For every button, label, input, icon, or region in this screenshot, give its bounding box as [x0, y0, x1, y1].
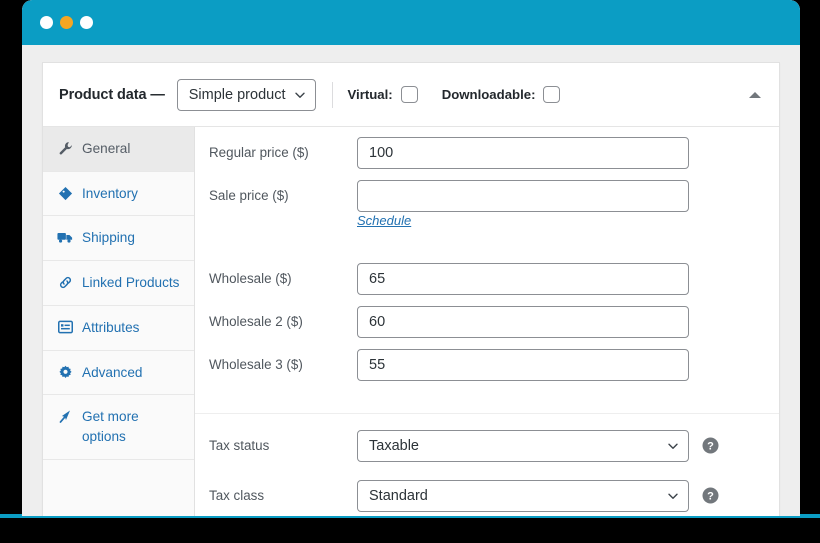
browser-viewport: Product data — Simple product Virtual: — [22, 45, 800, 516]
help-icon[interactable]: ? — [702, 437, 719, 454]
regular-price-field: Regular price ($) — [195, 137, 779, 169]
page-title: Product data — — [59, 87, 165, 103]
sidebar-item-label: Linked Products — [82, 273, 179, 293]
regular-price-label: Regular price ($) — [209, 137, 357, 161]
sale-price-input[interactable] — [357, 180, 689, 212]
tax-class-label: Tax class — [209, 480, 357, 504]
wholesale-2-control — [357, 306, 689, 338]
sidebar-item-label: Attributes — [82, 318, 139, 338]
wholesale-1-control — [357, 263, 689, 295]
wholesale-1-label: Wholesale ($) — [209, 263, 357, 287]
sidebar-item-label: Shipping — [82, 228, 135, 248]
virtual-checkbox-group: Virtual: — [347, 86, 417, 103]
header-divider — [332, 82, 333, 108]
screenshot-stage: Product data — Simple product Virtual: — [0, 0, 820, 543]
tax-status-select[interactable]: Taxable — [357, 430, 689, 462]
virtual-label: Virtual: — [347, 87, 392, 102]
wholesale-group: Wholesale ($) Wholesale 2 ($) — [195, 249, 779, 405]
regular-price-control — [357, 137, 689, 169]
metabox-header: Product data — Simple product Virtual: — [43, 63, 779, 127]
metabox-body: General Inventory — [43, 127, 779, 516]
sale-price-label: Sale price ($) — [209, 180, 357, 204]
tax-group: Tax status Taxable — [195, 413, 779, 516]
sidebar-item-shipping[interactable]: Shipping — [43, 216, 194, 261]
help-icon[interactable]: ? — [702, 487, 719, 504]
tax-class-select[interactable]: Standard — [357, 480, 689, 512]
virtual-checkbox[interactable] — [401, 86, 418, 103]
tax-class-control: Standard ? — [357, 480, 689, 512]
product-type-select-wrap: Simple product — [177, 79, 317, 111]
product-type-select[interactable]: Simple product — [177, 79, 317, 111]
tax-class-field: Tax class Standard — [195, 480, 779, 512]
truck-icon — [57, 229, 73, 246]
regular-price-input[interactable] — [357, 137, 689, 169]
sidebar-item-inventory[interactable]: Inventory — [43, 172, 194, 217]
minimize-dot[interactable] — [60, 16, 73, 29]
link-icon — [57, 274, 73, 291]
svg-text:?: ? — [707, 440, 714, 452]
wholesale-3-control — [357, 349, 689, 381]
wholesale-2-label: Wholesale 2 ($) — [209, 306, 357, 330]
wholesale-3-input[interactable] — [357, 349, 689, 381]
sidebar-item-linked-products[interactable]: Linked Products — [43, 261, 194, 306]
sale-price-control: Schedule — [357, 180, 689, 230]
downloadable-checkbox-group: Downloadable: — [442, 86, 561, 103]
list-view-icon — [57, 319, 73, 336]
wholesale-3-label: Wholesale 3 ($) — [209, 349, 357, 373]
downloadable-checkbox[interactable] — [543, 86, 560, 103]
general-tab-panel: Regular price ($) Sale price ($) — [195, 127, 779, 516]
close-dot[interactable] — [40, 16, 53, 29]
maximize-dot[interactable] — [80, 16, 93, 29]
window-controls — [40, 16, 93, 29]
sale-price-field: Sale price ($) Schedule — [195, 180, 779, 230]
wholesale-2-input[interactable] — [357, 306, 689, 338]
gear-icon — [57, 364, 73, 381]
wholesale-1-field: Wholesale ($) — [195, 263, 779, 295]
triangle-up-glyph — [749, 92, 761, 98]
product-data-metabox: Product data — Simple product Virtual: — [42, 62, 780, 516]
wrench-icon — [57, 140, 73, 157]
downloadable-label: Downloadable: — [442, 87, 536, 102]
sidebar-item-attributes[interactable]: Attributes — [43, 306, 194, 351]
sidebar-item-label: General — [82, 139, 130, 159]
tax-status-control: Taxable ? — [357, 430, 689, 462]
browser-window: Product data — Simple product Virtual: — [22, 0, 800, 516]
sidebar-item-get-more-options[interactable]: Get more options — [43, 395, 194, 459]
schedule-link-wrap: Schedule — [357, 212, 411, 229]
sidebar-item-advanced[interactable]: Advanced — [43, 351, 194, 396]
window-titlebar — [22, 0, 800, 45]
tax-status-field: Tax status Taxable — [195, 430, 779, 462]
tag-icon — [57, 185, 73, 202]
sidebar-item-label: Inventory — [82, 184, 138, 204]
triangle-up-icon[interactable] — [745, 85, 765, 105]
wholesale-2-field: Wholesale 2 ($) — [195, 306, 779, 338]
product-data-tabs: General Inventory — [43, 127, 195, 516]
tax-status-label: Tax status — [209, 430, 357, 454]
pricing-group: Regular price ($) Sale price ($) — [195, 137, 779, 249]
svg-text:?: ? — [707, 490, 714, 502]
sidebar-item-label: Advanced — [82, 363, 142, 383]
sidebar-item-general[interactable]: General — [43, 127, 194, 172]
schedule-link[interactable]: Schedule — [357, 213, 411, 228]
sidebar-item-label: Get more options — [82, 407, 184, 446]
cursor-arrow-icon — [57, 408, 73, 425]
wholesale-1-input[interactable] — [357, 263, 689, 295]
wholesale-3-field: Wholesale 3 ($) — [195, 349, 779, 381]
